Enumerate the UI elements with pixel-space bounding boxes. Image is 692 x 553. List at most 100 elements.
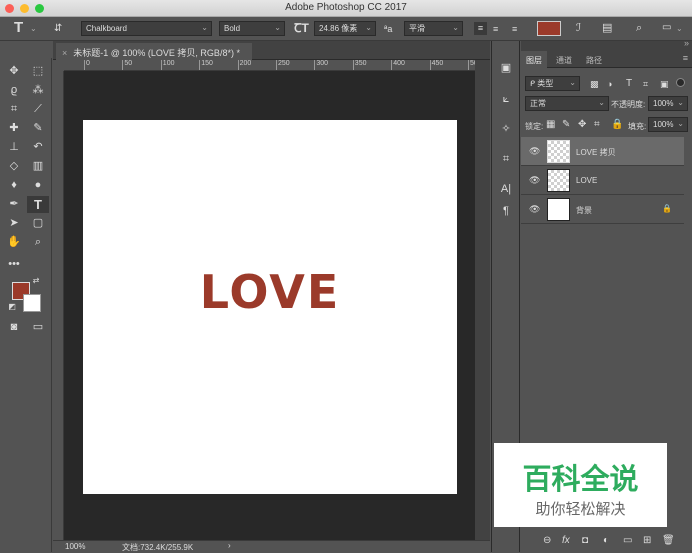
workspace-icon[interactable]: ▭ <box>662 21 671 35</box>
collapse-icon[interactable]: » <box>684 38 689 48</box>
doc-info: 文档:732.4K/255.9K <box>122 543 194 552</box>
filter-toggle[interactable] <box>676 78 685 87</box>
ruler-tick-label: 450 <box>429 60 443 70</box>
marquee-tool-icon[interactable]: ⬚ <box>29 63 47 80</box>
chevron-down-icon[interactable]: ⌄ <box>676 22 683 36</box>
warp-text-icon[interactable]: ℐ <box>576 21 581 35</box>
dodge-tool-icon[interactable]: ● <box>29 177 47 194</box>
lock-artboard-icon[interactable]: ⌗ <box>594 118 600 132</box>
screen-mode-icon[interactable]: ▭ <box>29 319 47 336</box>
plugins-panel-icon[interactable]: ✧ <box>499 122 513 136</box>
default-colors-icon[interactable]: ◩ <box>7 302 17 312</box>
quick-mask-icon[interactable]: ◙ <box>5 319 23 336</box>
layer-name: 背景 <box>576 206 592 215</box>
vertical-scrollbar[interactable] <box>475 60 490 540</box>
canvas[interactable]: LOVE <box>83 120 457 494</box>
filter-shape-icon[interactable]: ⌗ <box>643 77 648 91</box>
magic-wand-icon[interactable]: ⁂ <box>29 82 47 99</box>
ruler-tick-label: 250 <box>276 60 290 70</box>
brush-tool-icon[interactable]: ✎ <box>29 120 47 137</box>
status-menu-arrow[interactable]: › <box>228 541 231 550</box>
lock-all-icon[interactable]: 🔒 <box>611 118 623 132</box>
move-tool-icon[interactable]: ✥ <box>5 63 23 80</box>
lock-transparency-icon[interactable]: ▦ <box>546 118 555 132</box>
visibility-eye-icon[interactable]: 👁 <box>529 204 540 215</box>
history-panel-icon[interactable]: ▣ <box>499 61 513 75</box>
layer-row-background[interactable]: 👁 背景 🔒 <box>521 195 684 224</box>
blend-mode-select[interactable]: 正常 ⌄ <box>525 96 609 111</box>
align-center-icon[interactable]: ≡ <box>493 22 498 36</box>
font-size-icon: ꞆT <box>294 21 309 35</box>
healing-brush-icon[interactable]: ✚ <box>5 120 23 137</box>
layer-thumbnail <box>547 140 570 163</box>
ruler-tick-label: 0 <box>84 60 90 70</box>
chevron-down-icon[interactable]: ⌄ <box>30 22 37 36</box>
character-panel-icon[interactable]: A| <box>499 182 513 196</box>
rectangle-tool-icon[interactable]: ▢ <box>29 215 47 232</box>
blur-tool-icon[interactable]: ♦ <box>5 177 23 194</box>
adjustments-panel-icon[interactable]: ⟀ <box>499 92 513 106</box>
crop-panel-icon[interactable]: ⌗ <box>499 152 513 166</box>
layer-row-love[interactable]: 👁 LOVE <box>521 166 684 195</box>
zoom-level[interactable]: 100% <box>65 542 85 551</box>
layer-thumbnail <box>547 198 570 221</box>
zoom-tool-icon[interactable]: ⌕ <box>29 234 47 251</box>
path-selection-icon[interactable]: ➤ <box>5 215 23 232</box>
more-tools-icon[interactable]: ••• <box>5 256 23 273</box>
layer-filter-select[interactable]: ᑭ 类型 ⌄ <box>525 76 580 91</box>
visibility-eye-icon[interactable]: 👁 <box>529 146 540 157</box>
character-panel-icon[interactable]: ▤ <box>602 21 612 35</box>
tab-paths[interactable]: 路径 <box>581 51 607 68</box>
text-color-swatch[interactable] <box>537 21 561 36</box>
horizontal-ruler[interactable]: 0 50 100 150 200 250 300 350 400 450 500 <box>64 60 475 71</box>
adjustment-layer-icon[interactable]: ◐ <box>603 535 609 546</box>
font-style-select[interactable]: Bold ⌄ <box>219 21 285 36</box>
eyedropper-icon[interactable]: ⟋ <box>29 101 47 118</box>
type-tool-icon[interactable]: T <box>27 196 49 213</box>
gradient-tool-icon[interactable]: ▥ <box>29 158 47 175</box>
opacity-input[interactable]: 100% ⌄ <box>648 96 688 111</box>
filter-adjustment-icon[interactable]: ◑ <box>607 77 612 91</box>
search-icon[interactable]: ⌕ <box>636 21 642 35</box>
hand-tool-icon[interactable]: ✋ <box>5 234 23 251</box>
text-tool-preset-icon[interactable]: T <box>14 20 23 35</box>
delete-layer-icon[interactable]: 🗑 <box>662 535 675 546</box>
close-tab-icon[interactable]: × <box>62 48 67 58</box>
link-layers-icon[interactable]: ⊖ <box>543 535 551 546</box>
background-color-swatch[interactable] <box>23 294 41 312</box>
eraser-tool-icon[interactable]: ◇ <box>5 158 23 175</box>
document-tab[interactable]: × 未标题-1 @ 100% (LOVE 拷贝, RGB/8*) * <box>56 43 252 60</box>
font-size-select[interactable]: 24.86 像素 ⌄ <box>314 21 376 36</box>
filter-type-icon[interactable]: T <box>626 77 632 91</box>
lock-pixels-icon[interactable]: ✎ <box>562 118 570 132</box>
title-bar: Adobe Photoshop CC 2017 <box>0 0 692 17</box>
tab-layers[interactable]: 图层 <box>521 51 547 68</box>
tab-channels[interactable]: 通道 <box>551 51 577 68</box>
lasso-tool-icon[interactable]: ϱ <box>5 82 23 99</box>
clone-stamp-icon[interactable]: ⊥ <box>5 139 23 156</box>
canvas-text-love[interactable]: LOVE <box>83 265 457 319</box>
filter-smart-object-icon[interactable]: ▣ <box>660 77 669 91</box>
lock-position-icon[interactable]: ✥ <box>578 118 586 132</box>
font-family-select[interactable]: Chalkboard ⌄ <box>81 21 212 36</box>
new-group-icon[interactable]: ▭ <box>623 535 632 546</box>
panel-menu-icon[interactable]: ≡ <box>683 53 688 63</box>
ruler-tick-label: 150 <box>199 60 213 70</box>
new-layer-icon[interactable]: ⊞ <box>643 535 651 546</box>
add-mask-icon[interactable]: ◘ <box>582 535 588 546</box>
visibility-eye-icon[interactable]: 👁 <box>529 175 540 186</box>
history-brush-icon[interactable]: ↶ <box>29 139 47 156</box>
vertical-ruler[interactable] <box>53 71 64 540</box>
fill-input[interactable]: 100% ⌄ <box>648 117 688 132</box>
filter-pixel-icon[interactable]: ▩ <box>590 77 599 91</box>
fx-icon[interactable]: fx <box>562 535 570 546</box>
align-right-icon[interactable]: ≡ <box>512 22 517 36</box>
antialias-select[interactable]: 平滑 ⌄ <box>404 21 463 36</box>
paragraph-panel-icon[interactable]: ¶ <box>499 204 513 218</box>
crop-tool-icon[interactable]: ⌗ <box>5 101 23 118</box>
pen-tool-icon[interactable]: ✒ <box>5 196 23 213</box>
layer-row-love-copy[interactable]: 👁 LOVE 拷贝 <box>521 137 684 166</box>
swap-colors-icon[interactable]: ⇄ <box>31 276 41 286</box>
align-left-icon[interactable]: ≡ <box>474 22 487 35</box>
text-orientation-icon[interactable]: ⇵ <box>54 22 62 36</box>
